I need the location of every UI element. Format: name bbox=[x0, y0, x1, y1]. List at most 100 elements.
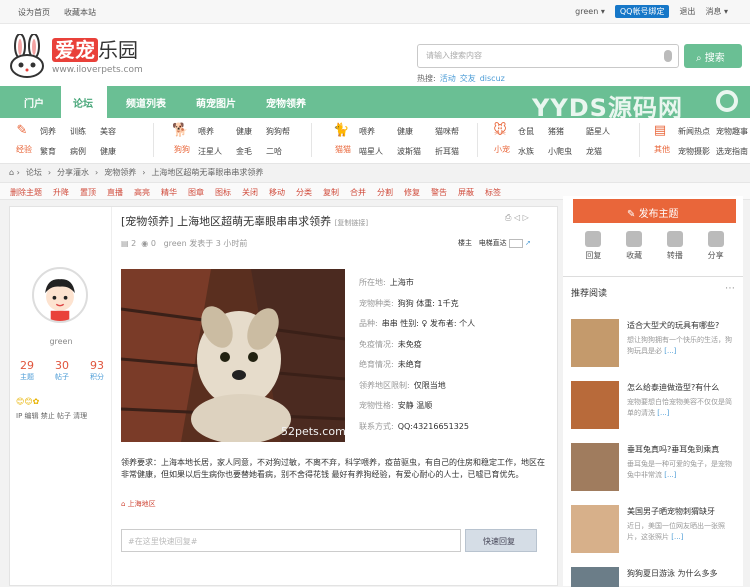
nav-item-portal[interactable]: 门户 bbox=[24, 95, 44, 110]
repost-action[interactable]: 转播 bbox=[666, 231, 683, 261]
sub-link[interactable]: 饲养 bbox=[40, 126, 56, 137]
sub-link[interactable]: 新闻热点 bbox=[678, 126, 710, 137]
elevator-link[interactable]: 电梯直达 bbox=[479, 239, 507, 247]
nav-item-channels[interactable]: 频道列表 bbox=[126, 95, 166, 110]
settings-gear-icon[interactable] bbox=[716, 90, 738, 112]
tool-button[interactable]: 合并 bbox=[350, 188, 366, 197]
author-panel: green 29 主题 30 帖子 93 积分 😊😊✿ IP 编辑 禁止 帖子 清理 bbox=[10, 207, 112, 587]
sub-link[interactable]: 健康 bbox=[236, 126, 252, 137]
messages-menu[interactable]: 消息 ▾ bbox=[705, 6, 728, 17]
sub-link[interactable]: 宠物摄影 bbox=[678, 146, 710, 157]
sub-link[interactable]: 健康 bbox=[100, 146, 116, 157]
reply-action[interactable]: 回复 bbox=[585, 231, 602, 261]
tool-button[interactable]: 删除主题 bbox=[10, 188, 42, 197]
article-item[interactable]: 美国男子晒宠物刺猬缺牙 近日，美国一位网友晒出一张照片，这张照片 [...] bbox=[571, 505, 741, 555]
sub-link[interactable]: 折耳猫 bbox=[435, 146, 459, 157]
bookmark-link[interactable]: 收藏本站 bbox=[64, 8, 96, 17]
hot-link[interactable]: discuz bbox=[480, 74, 505, 83]
logo-text[interactable]: 爱宠 乐园 bbox=[52, 34, 138, 63]
article-thumbnail bbox=[571, 319, 619, 367]
bunny-logo-icon[interactable] bbox=[8, 34, 48, 78]
sub-link[interactable]: 繁育 bbox=[40, 146, 56, 157]
sub-link[interactable]: 喵星人 bbox=[359, 146, 383, 157]
sub-link[interactable]: 选宠指南 bbox=[716, 146, 748, 157]
sub-link[interactable]: 猫咪帮 bbox=[435, 126, 459, 137]
sub-link[interactable]: 美容 bbox=[100, 126, 116, 137]
breadcrumb-item[interactable]: 宠物领养 bbox=[104, 168, 136, 177]
nav-item-forum[interactable]: 论坛 bbox=[61, 86, 107, 118]
tool-button[interactable]: 直播 bbox=[107, 188, 123, 197]
sub-link[interactable]: 龙猫 bbox=[586, 146, 610, 157]
quick-reply-button[interactable]: 快速回复 bbox=[465, 529, 537, 552]
tool-button[interactable]: 升降 bbox=[53, 188, 69, 197]
tool-button[interactable]: 高亮 bbox=[134, 188, 150, 197]
sub-link[interactable]: 猪猪 bbox=[548, 126, 572, 137]
dog-photo[interactable]: 52pets.com bbox=[121, 269, 345, 442]
share-action[interactable]: 分享 bbox=[707, 231, 724, 261]
quick-reply-input[interactable]: #在这里快速回复# bbox=[121, 529, 461, 552]
sub-link[interactable]: 宠物趣事 bbox=[716, 126, 748, 137]
sub-link[interactable]: 水族 bbox=[518, 146, 534, 157]
avatar[interactable] bbox=[32, 267, 88, 323]
breadcrumb-item[interactable]: 论坛 bbox=[26, 168, 42, 177]
author-ops[interactable]: IP 编辑 禁止 帖子 清理 bbox=[16, 411, 87, 421]
qq-bind-button[interactable]: QQ帐号绑定 bbox=[614, 5, 670, 18]
sub-link[interactable]: 训练 bbox=[70, 126, 86, 137]
stat-value[interactable]: 93 bbox=[90, 359, 104, 372]
logout-link[interactable]: 退出 bbox=[679, 6, 695, 17]
more-icon[interactable]: ⋯ bbox=[725, 283, 735, 294]
home-icon[interactable]: ⌂ › bbox=[9, 168, 20, 177]
go-icon[interactable]: ➚ bbox=[525, 239, 531, 247]
tool-button[interactable]: 修复 bbox=[404, 188, 420, 197]
tool-button[interactable]: 分割 bbox=[377, 188, 393, 197]
search-button[interactable]: ⌕ 搜索 bbox=[684, 44, 742, 68]
sub-link[interactable]: 病例 bbox=[70, 146, 86, 157]
new-topic-button[interactable]: ✎ 发布主题 bbox=[573, 199, 736, 223]
tool-button[interactable]: 屏蔽 bbox=[458, 188, 474, 197]
breadcrumb-item[interactable]: 上海地区超萌无辜眼串串求领养 bbox=[151, 168, 263, 177]
sub-link[interactable]: 波斯猫 bbox=[397, 146, 421, 157]
tool-button[interactable]: 移动 bbox=[269, 188, 285, 197]
sub-link[interactable]: 鼯星人 bbox=[586, 126, 610, 137]
tool-button[interactable]: 精华 bbox=[161, 188, 177, 197]
nav-item-adoption[interactable]: 宠物领养 bbox=[266, 95, 306, 110]
tool-button[interactable]: 置顶 bbox=[80, 188, 96, 197]
article-item[interactable]: 垂耳兔真吗?垂耳兔到乘真 垂耳兔是一种可爱的兔子，是宠物兔中非常流 [...] bbox=[571, 443, 741, 493]
sub-link[interactable]: 健康 bbox=[397, 126, 421, 137]
stat-value[interactable]: 30 bbox=[55, 359, 69, 372]
tool-button[interactable]: 分类 bbox=[296, 188, 312, 197]
tool-button[interactable]: 复制 bbox=[323, 188, 339, 197]
sub-link[interactable]: 小爬虫 bbox=[548, 146, 572, 157]
hot-link[interactable]: 交友 bbox=[460, 74, 476, 83]
author-name[interactable]: green bbox=[10, 337, 112, 346]
sub-link[interactable]: 仓鼠 bbox=[518, 126, 534, 137]
floor-input[interactable] bbox=[508, 238, 523, 248]
search-input[interactable]: 请输入搜索内容 bbox=[417, 44, 679, 68]
small-pet-icon: 🐭 bbox=[493, 123, 507, 138]
set-home-link[interactable]: 设为首页 bbox=[18, 8, 50, 17]
tool-button[interactable]: 图标 bbox=[215, 188, 231, 197]
article-item[interactable]: 怎么给泰迪做造型?有什么 宠物要想白恰宠物美容不仅仅是简单的清洗 [...] bbox=[571, 381, 741, 431]
sub-link[interactable]: 喂养 bbox=[359, 126, 383, 137]
hot-link[interactable]: 活动 bbox=[440, 74, 456, 83]
sub-link[interactable]: 狗狗帮 bbox=[266, 126, 290, 137]
favorite-action[interactable]: 收藏 bbox=[626, 231, 643, 261]
tool-button[interactable]: 警告 bbox=[431, 188, 447, 197]
tool-button[interactable]: 标签 bbox=[485, 188, 501, 197]
post-tag[interactable]: ⌂ 上海地区 bbox=[121, 499, 156, 509]
article-item[interactable]: 狗狗夏日游泳 为什么多多 bbox=[571, 567, 741, 587]
tool-button[interactable]: 图章 bbox=[188, 188, 204, 197]
nav-item-pet-pics[interactable]: 萌宠图片 bbox=[196, 95, 236, 110]
print-nav-icons[interactable]: ⎙ ◁ ▷ bbox=[505, 213, 529, 223]
stat-value[interactable]: 29 bbox=[20, 359, 34, 372]
microphone-icon[interactable] bbox=[664, 50, 672, 62]
breadcrumb-item[interactable]: 分享灌水 bbox=[57, 168, 89, 177]
tool-button[interactable]: 关闭 bbox=[242, 188, 258, 197]
copy-link[interactable]: [复制链接] bbox=[335, 219, 368, 227]
sub-link[interactable]: 汪星人 bbox=[198, 146, 222, 157]
user-menu[interactable]: green ▾ bbox=[575, 7, 605, 16]
sub-link[interactable]: 二哈 bbox=[266, 146, 290, 157]
article-item[interactable]: 适合大型犬的玩具有哪些? 想让狗狗拥有一个快乐的生活，狗狗玩具是必 [...] bbox=[571, 319, 741, 369]
sub-link[interactable]: 喂养 bbox=[198, 126, 222, 137]
sub-link[interactable]: 金毛 bbox=[236, 146, 252, 157]
